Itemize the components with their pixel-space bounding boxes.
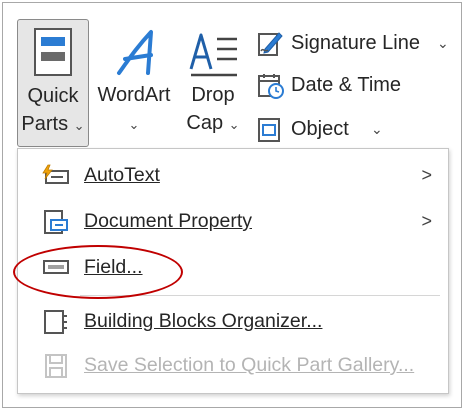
signature-line-icon bbox=[257, 31, 283, 57]
calendar-clock-icon bbox=[257, 73, 285, 99]
chevron-down-icon: ⌄ bbox=[228, 117, 240, 132]
save-selection-icon bbox=[42, 354, 70, 378]
chevron-down-icon: ⌄ bbox=[73, 118, 85, 133]
menu-item-document-property[interactable]: Document Property > bbox=[18, 199, 448, 243]
quick-parts-button[interactable]: Quick Parts ⌄ bbox=[17, 19, 89, 147]
menu-item-label: Save Selection to Quick Part Gallery... bbox=[84, 354, 415, 376]
menu-item-save-selection: Save Selection to Quick Part Gallery... bbox=[18, 343, 448, 387]
field-icon bbox=[42, 256, 70, 278]
signature-line-button[interactable]: Signature Line ⌄ bbox=[257, 25, 457, 61]
wordart-label: WordArt bbox=[97, 84, 171, 106]
autotext-icon bbox=[42, 164, 70, 186]
quick-parts-menu: AutoText > Document Property > Field... … bbox=[17, 148, 449, 394]
menu-item-building-blocks-organizer[interactable]: Building Blocks Organizer... bbox=[18, 299, 448, 343]
document-property-icon bbox=[42, 210, 70, 234]
object-icon bbox=[257, 117, 281, 143]
quick-parts-label-line2: Parts ⌄ bbox=[18, 112, 88, 138]
chevron-right-icon: > bbox=[421, 211, 432, 231]
screenshot-frame: Quick Parts ⌄ WordArt ⌄ Drop Cap ⌄ Signa… bbox=[2, 2, 462, 408]
chevron-down-icon: ⌄ bbox=[371, 121, 383, 137]
menu-item-label: Building Blocks Organizer... bbox=[84, 310, 323, 332]
signature-line-label: Signature Line bbox=[291, 32, 420, 54]
menu-item-label: Document Property bbox=[84, 210, 252, 232]
drop-cap-label-line1: Drop bbox=[191, 84, 235, 106]
date-time-button[interactable]: Date & Time bbox=[257, 67, 417, 103]
drop-cap-label-line2: Cap ⌄ bbox=[183, 111, 243, 137]
wordart-button[interactable]: WordArt ⌄ bbox=[93, 19, 175, 147]
quick-parts-label-line1: Quick bbox=[27, 85, 79, 107]
ribbon-insert-text-group: Quick Parts ⌄ WordArt ⌄ Drop Cap ⌄ Signa… bbox=[3, 3, 461, 153]
chevron-down-icon: ⌄ bbox=[437, 35, 449, 51]
drop-cap-icon bbox=[189, 29, 239, 79]
object-label: Object bbox=[291, 118, 349, 140]
chevron-right-icon: > bbox=[421, 165, 432, 185]
drop-cap-button[interactable]: Drop Cap ⌄ bbox=[183, 19, 243, 147]
object-button[interactable]: Object ⌄ bbox=[257, 111, 387, 147]
menu-item-label: AutoText bbox=[84, 164, 160, 186]
menu-item-field[interactable]: Field... bbox=[18, 245, 448, 289]
menu-separator bbox=[80, 295, 440, 296]
chevron-down-icon: ⌄ bbox=[128, 117, 140, 132]
building-blocks-icon bbox=[42, 310, 70, 334]
quick-parts-icon bbox=[34, 28, 72, 76]
wordart-icon bbox=[115, 29, 157, 79]
menu-item-label: Field... bbox=[84, 256, 143, 278]
menu-item-autotext[interactable]: AutoText > bbox=[18, 153, 448, 197]
date-time-label: Date & Time bbox=[291, 74, 402, 96]
